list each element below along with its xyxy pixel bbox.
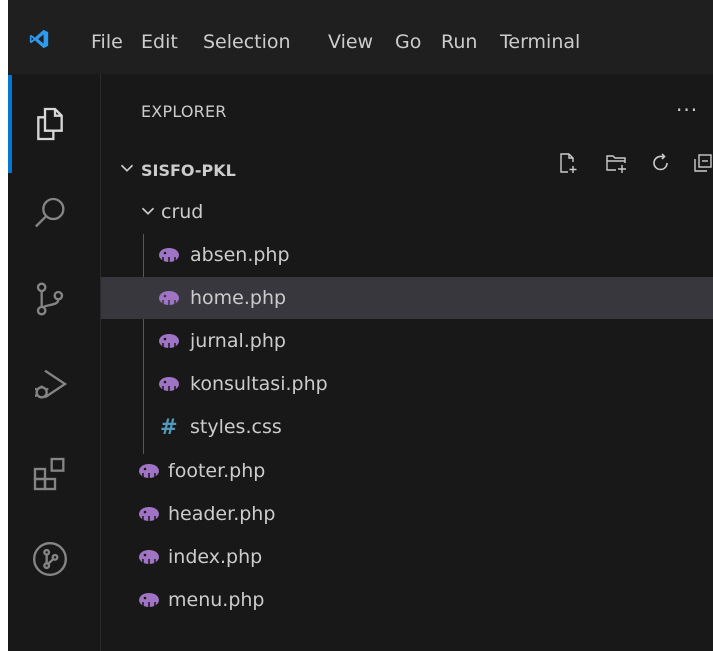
php-file-icon — [139, 507, 159, 521]
tree-file-home-selected[interactable]: home.php — [101, 277, 713, 319]
gitlens-icon[interactable] — [30, 539, 70, 579]
vscode-logo-icon[interactable] — [28, 28, 50, 50]
tree-file-jurnal[interactable]: jurnal.php — [101, 320, 713, 362]
menu-go[interactable]: Go — [395, 30, 421, 54]
extensions-icon[interactable] — [30, 454, 70, 494]
tree-folder-crud[interactable]: crud — [101, 191, 713, 233]
tree-file-header[interactable]: header.php — [101, 493, 713, 535]
menu-terminal[interactable]: Terminal — [500, 30, 580, 54]
file-label: absen.php — [190, 244, 290, 266]
search-icon[interactable] — [30, 194, 70, 234]
file-label: header.php — [168, 503, 276, 525]
php-file-icon — [159, 291, 179, 305]
chevron-down-icon — [120, 164, 134, 172]
php-file-icon — [139, 593, 159, 607]
explorer-title: EXPLORER — [141, 102, 227, 121]
menu-file[interactable]: File — [91, 30, 123, 54]
tree-file-menu[interactable]: menu.php — [101, 579, 713, 621]
vscode-window: File Edit Selection View Go Run Terminal — [8, 0, 713, 651]
active-indicator — [8, 75, 12, 173]
menu-view[interactable]: View — [328, 30, 373, 54]
php-file-icon — [139, 550, 159, 564]
file-label: index.php — [168, 546, 263, 568]
chevron-down-icon — [141, 207, 155, 215]
tree-file-absen[interactable]: absen.php — [101, 234, 713, 276]
project-name: SISFO-PKL — [141, 161, 236, 180]
tree-file-footer[interactable]: footer.php — [101, 450, 713, 492]
folder-label: crud — [161, 201, 204, 223]
menu-edit[interactable]: Edit — [141, 30, 178, 54]
file-label: konsultasi.php — [190, 373, 328, 395]
file-label: menu.php — [168, 589, 265, 611]
php-file-icon — [159, 334, 179, 348]
php-file-icon — [139, 464, 159, 478]
tree-folder-root[interactable]: SISFO-PKL — [101, 148, 713, 190]
file-label: jurnal.php — [190, 330, 286, 352]
php-file-icon — [159, 248, 179, 262]
activity-bar — [8, 74, 101, 651]
file-label: footer.php — [168, 460, 266, 482]
tree-file-konsultasi[interactable]: konsultasi.php — [101, 363, 713, 405]
explorer-sidebar: EXPLORER ··· SISFO-PKL crud absen.php ho… — [101, 74, 713, 651]
tree-file-index[interactable]: index.php — [101, 536, 713, 578]
menu-run[interactable]: Run — [441, 30, 477, 54]
menu-selection[interactable]: Selection — [203, 30, 291, 54]
file-label: styles.css — [190, 416, 282, 438]
more-actions-button[interactable]: ··· — [676, 98, 698, 122]
css-file-icon: # — [160, 415, 178, 439]
files-icon[interactable] — [30, 104, 70, 144]
file-label: home.php — [190, 287, 287, 309]
source-control-icon[interactable] — [30, 279, 70, 319]
run-debug-icon[interactable] — [30, 364, 70, 404]
tree-file-styles[interactable]: # styles.css — [101, 406, 713, 448]
php-file-icon — [159, 377, 179, 391]
